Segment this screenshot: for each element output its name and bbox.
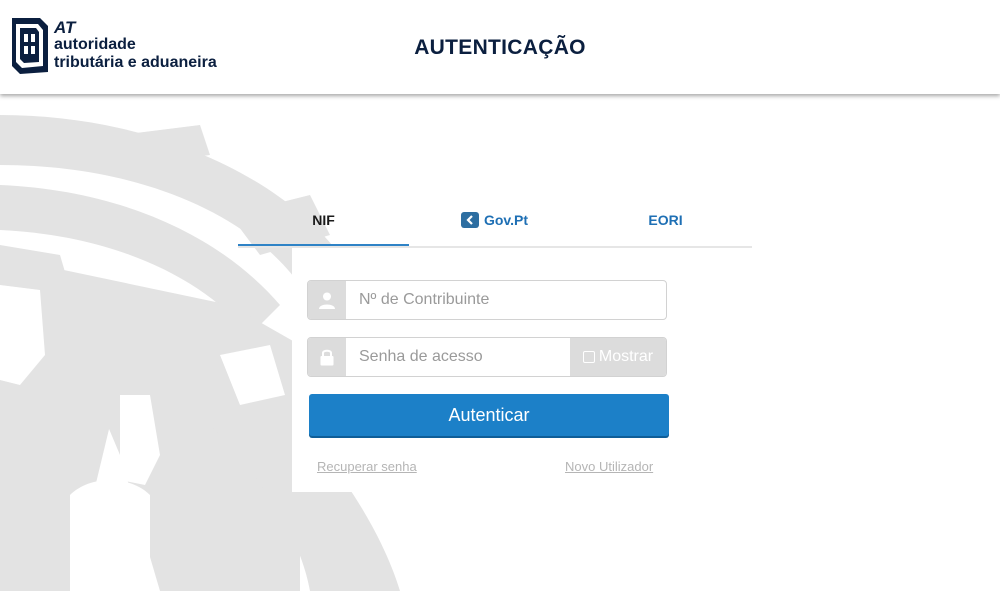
logo-abbr: AT bbox=[54, 18, 76, 37]
auth-tabs: NIF Gov.Pt EORI bbox=[238, 196, 752, 248]
tab-label: NIF bbox=[312, 212, 335, 228]
page-title: AUTENTICAÇÃO bbox=[414, 36, 586, 59]
user-icon bbox=[308, 281, 346, 319]
password-input[interactable] bbox=[346, 338, 571, 376]
tab-label: Gov.Pt bbox=[483, 212, 529, 228]
tab-eori[interactable]: EORI bbox=[580, 196, 751, 244]
recover-password-link[interactable]: Recuperar senha bbox=[317, 459, 417, 474]
gov-pt-icon bbox=[460, 212, 479, 228]
tab-nif[interactable]: NIF bbox=[238, 196, 409, 246]
authenticate-button[interactable]: Autenticar bbox=[309, 394, 669, 436]
tab-gov-pt[interactable]: Gov.Pt bbox=[409, 196, 580, 244]
tab-label: EORI bbox=[648, 212, 683, 228]
new-user-link[interactable]: Novo Utilizador bbox=[565, 459, 653, 474]
nif-input[interactable] bbox=[346, 281, 666, 319]
show-password-toggle[interactable]: Mostrar bbox=[570, 338, 666, 376]
password-field-group: Mostrar bbox=[307, 337, 667, 377]
nif-field-group bbox=[307, 280, 667, 320]
show-password-label: Mostrar bbox=[598, 348, 654, 365]
checkbox-icon bbox=[582, 351, 595, 363]
lock-icon bbox=[308, 338, 346, 376]
page-header: AT autoridade tributária e aduaneira AUT… bbox=[0, 0, 1000, 94]
